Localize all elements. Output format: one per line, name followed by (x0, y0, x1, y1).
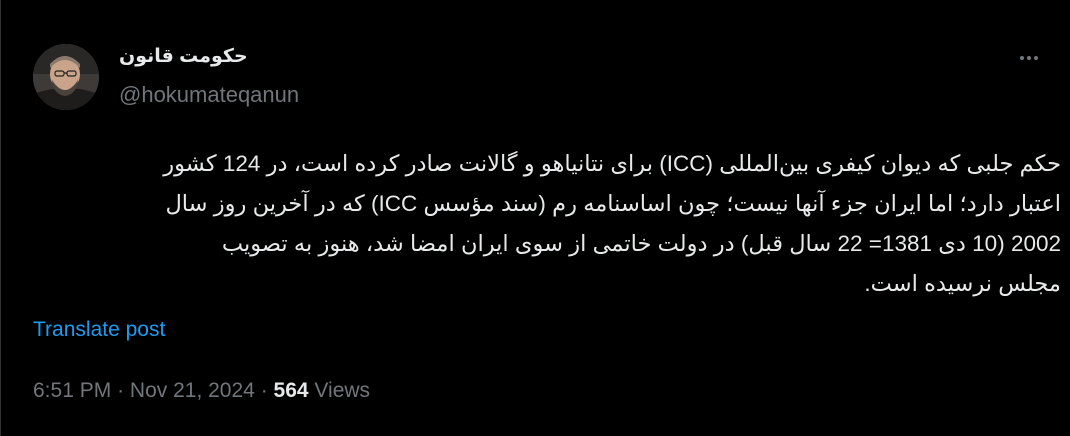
post-text-line: اعتبار دارد؛ اما ایران جزء آنها نیست؛ چو… (165, 191, 1061, 216)
post-meta: 6:51 PM · Nov 21, 2024 · 564 Views (33, 379, 370, 403)
author-display-name[interactable]: حکومت قانون (119, 45, 248, 68)
avatar[interactable] (33, 44, 99, 110)
meta-separator: · (117, 379, 125, 402)
avatar-photo-icon (33, 44, 99, 110)
views-label: Views (314, 379, 371, 402)
author-handle[interactable]: @hokumateqanun (119, 82, 299, 108)
more-options-button[interactable] (1017, 46, 1041, 70)
post-text-line: حکم جلبی که دیوان کیفری بین‌المللی (ICC)… (163, 151, 1061, 176)
views-count[interactable]: 564 (274, 379, 309, 402)
post-date[interactable]: Nov 21, 2024 (130, 379, 255, 402)
more-horizontal-icon (1019, 56, 1040, 60)
post-text-line: 2002 (10 دی 1381= 22 سال قبل) در دولت خا… (221, 231, 1061, 256)
translate-post-link[interactable]: Translate post (33, 318, 165, 342)
post-text-line: مجلس نرسیده است. (864, 271, 1061, 296)
post-text: حکم جلبی که دیوان کیفری بین‌المللی (ICC)… (31, 144, 1061, 304)
meta-separator: · (260, 379, 268, 402)
tweet-card: حکومت قانون @hokumateqanun حکم جلبی که د… (0, 0, 1070, 436)
post-time[interactable]: 6:51 PM (33, 379, 111, 402)
